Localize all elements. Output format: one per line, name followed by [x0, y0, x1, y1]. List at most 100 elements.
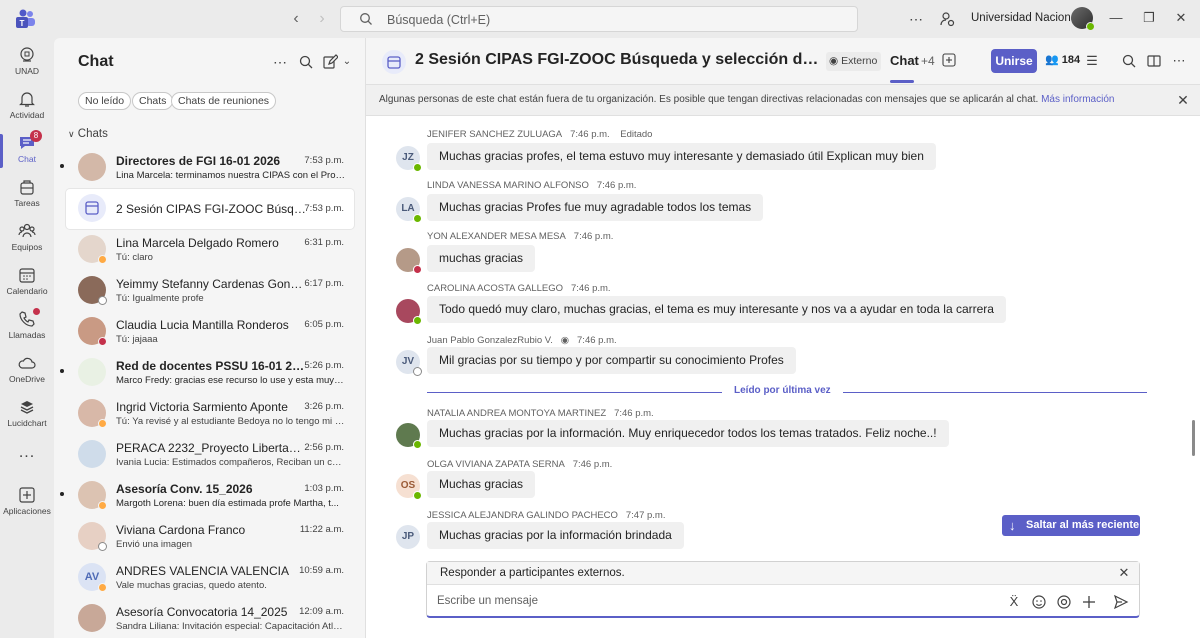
unread-dot — [60, 164, 64, 168]
search-icon[interactable] — [298, 54, 314, 70]
minimize-icon[interactable]: — — [1108, 10, 1124, 26]
tab-active-indicator — [890, 80, 914, 83]
avatar[interactable]: JP — [396, 525, 420, 549]
calendar-icon — [19, 268, 35, 283]
people-icon: 👥 — [1045, 54, 1059, 66]
message-bubble[interactable]: Mil gracias por su tiempo y por comparti… — [427, 347, 796, 374]
tab-chat[interactable]: Chat — [890, 53, 919, 68]
search-input[interactable]: Búsqueda (Ctrl+E) — [340, 6, 858, 32]
close-icon[interactable]: ✕ — [1117, 566, 1131, 580]
chat-list-item[interactable]: PERACA 2232_Proyecto Libertad Edu... Iva… — [66, 435, 354, 475]
conversation-title[interactable]: 2 Sesión CIPAS FGI-ZOOC Búsqueda y selec… — [415, 51, 820, 69]
chat-list-item[interactable]: Claudia Lucia Mantilla Ronderos Tú: jaja… — [66, 312, 354, 352]
chat-list-item[interactable]: Red de docentes PSSU 16-01 2026 Marco Fr… — [60, 353, 354, 393]
restore-icon[interactable]: ❐ — [1141, 10, 1157, 26]
message-bubble[interactable]: Muchas gracias Profes fue muy agradable … — [427, 194, 764, 221]
more-options-icon[interactable]: ⋯ — [1171, 53, 1187, 69]
close-icon[interactable]: ✕ — [1176, 93, 1190, 107]
rail-item-teams[interactable]: Equipos — [0, 218, 54, 262]
participants-button[interactable]: 👥 184 — [1045, 53, 1080, 66]
more-info-link[interactable]: Más información — [1041, 94, 1114, 105]
rail-item-tasks[interactable]: Tareas — [0, 174, 54, 218]
presence-away-icon — [98, 501, 107, 510]
presence-available-icon — [1086, 22, 1095, 31]
avatar[interactable] — [396, 248, 422, 274]
external-badge[interactable]: ◉ Externo — [826, 52, 882, 71]
chats-section-header[interactable]: ∨ Chats — [68, 128, 108, 140]
message-bubble[interactable]: Todo quedó muy claro, muchas gracias, el… — [427, 296, 1006, 323]
rail-item-lucidchart[interactable]: Lucidchart — [0, 394, 54, 438]
presence-busy-icon — [98, 337, 107, 346]
join-button[interactable]: Unirse — [991, 49, 1037, 73]
loop-icon[interactable] — [1056, 594, 1072, 610]
message-meta: YON ALEXANDER MESA MESA 7:46 p.m. — [427, 231, 614, 242]
filter-meeting-chats[interactable]: Chats de reuniones — [171, 92, 277, 110]
message-input[interactable] — [437, 593, 997, 609]
chevron-down-icon[interactable]: ⌄ — [339, 54, 355, 70]
back-arrow-icon[interactable]: ‹ — [287, 10, 305, 28]
last-read-label: Leído por última vez — [722, 385, 843, 396]
format-icon[interactable]: Ẍ — [1006, 594, 1022, 610]
compose-box: Responder a participantes externos. ✕ Ẍ — [426, 561, 1140, 618]
profile-settings-icon[interactable] — [938, 10, 956, 28]
message-bubble[interactable]: Muchas gracias profes, el tema estuvo mu… — [427, 143, 936, 170]
org-name[interactable]: Universidad Naciona... — [971, 12, 1087, 24]
list-icon[interactable]: ☰ — [1084, 53, 1100, 69]
emoji-icon[interactable] — [1031, 594, 1047, 610]
filter-chats[interactable]: Chats — [132, 92, 174, 110]
rail-item-calls[interactable]: Llamadas — [0, 306, 54, 350]
avatar[interactable] — [396, 299, 422, 325]
search-icon[interactable] — [1121, 53, 1137, 69]
side-panel-icon[interactable] — [1146, 53, 1162, 69]
jump-to-latest-button[interactable]: ↓ Saltar al más reciente — [1002, 515, 1140, 536]
rail-item-more[interactable]: ... — [0, 438, 54, 482]
presence-offline-icon — [98, 296, 107, 305]
chevron-down-icon: ∨ — [68, 129, 75, 139]
chat-list-item[interactable]: Asesoría Conv. 15_2026 Margoth Lorena: b… — [60, 476, 354, 516]
rail-item-apps[interactable]: Aplicaciones — [0, 482, 54, 526]
avatar — [78, 358, 106, 386]
add-apps-icon — [19, 487, 35, 503]
app-rail: UNAD Actividad 8 Chat Tareas Equipos Cal… — [0, 38, 54, 638]
presence-away-icon — [98, 583, 107, 592]
more-tabs-button[interactable]: +4 — [921, 54, 935, 68]
send-icon[interactable] — [1113, 594, 1129, 610]
message-bubble[interactable]: Muchas gracias por la información. Muy e… — [427, 420, 949, 447]
unad-icon — [20, 47, 34, 62]
rail-item-activity[interactable]: Actividad — [0, 86, 54, 130]
scrollbar-thumb[interactable] — [1192, 420, 1195, 456]
chat-list-title: Chat — [78, 53, 114, 70]
more-options-icon[interactable]: ⋯ — [272, 54, 288, 70]
message-bubble[interactable]: muchas gracias — [427, 245, 536, 272]
more-options-icon[interactable]: ⋯ — [907, 10, 925, 28]
chat-list-item[interactable]: Yeimmy Stefanny Cardenas Gonzalez Tú: Ig… — [66, 271, 354, 311]
rail-item-calendar[interactable]: Calendario — [0, 262, 54, 306]
chat-list-item-selected[interactable]: 2 Sesión CIPAS FGI-ZOOC Búsqued... 7:53 … — [66, 189, 354, 229]
chat-list-item[interactable]: Directores de FGI 16-01 2026 Lina Marcel… — [60, 148, 354, 188]
message-bubble[interactable]: Muchas gracias por la información brinda… — [427, 522, 684, 549]
chat-list-item[interactable]: Ingrid Victoria Sarmiento Aponte Tú: Ya … — [66, 394, 354, 434]
filter-unread[interactable]: No leído — [78, 92, 132, 110]
teams-logo-icon: T — [16, 9, 35, 28]
bell-icon — [19, 92, 35, 107]
avatar[interactable] — [396, 423, 422, 449]
chat-list-item[interactable]: Asesoría Convocatoria 14_2025 Sandra Lil… — [66, 599, 354, 638]
avatar — [78, 153, 106, 181]
add-tab-icon[interactable] — [942, 53, 956, 67]
message-bubble[interactable]: Muchas gracias — [427, 471, 536, 498]
chat-list-item[interactable]: Viviana Cardona Franco Envió una imagen … — [66, 517, 354, 557]
chat-list-item[interactable]: AV ANDRES VALENCIA VALENCIA Vale muchas … — [66, 558, 354, 598]
rail-item-onedrive[interactable]: OneDrive — [0, 350, 54, 394]
add-icon[interactable] — [1081, 594, 1097, 610]
user-avatar[interactable] — [1071, 7, 1095, 31]
close-window-icon[interactable]: ✕ — [1173, 10, 1189, 26]
avatar[interactable]: JZ — [396, 146, 420, 170]
message-meta: JESSICA ALEJANDRA GALINDO PACHECO 7:47 p… — [427, 510, 666, 521]
rail-item-unad[interactable]: UNAD — [0, 42, 54, 86]
unread-dot — [60, 369, 64, 373]
chat-list-item[interactable]: Lina Marcela Delgado Romero Tú: claro 6:… — [66, 230, 354, 270]
rail-item-chat[interactable]: 8 Chat — [0, 130, 54, 174]
new-chat-icon[interactable] — [322, 54, 338, 70]
forward-arrow-icon[interactable]: › — [313, 10, 331, 28]
external-people-icon: ◉ — [829, 55, 839, 67]
